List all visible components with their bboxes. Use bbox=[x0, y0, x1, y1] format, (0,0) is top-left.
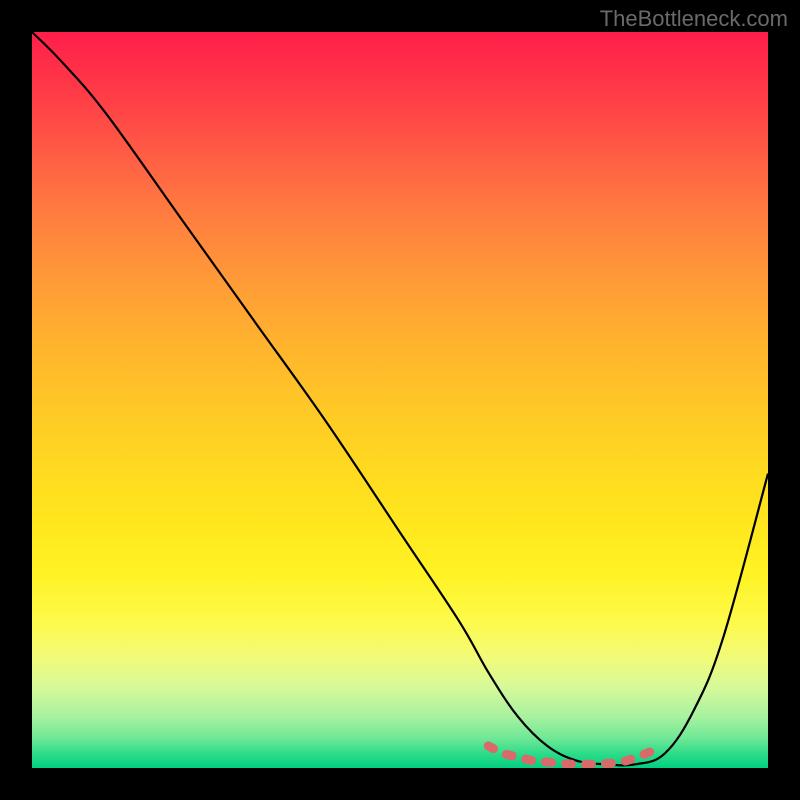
optimal-zone-marker-path bbox=[488, 746, 650, 764]
chart-svg bbox=[32, 32, 768, 768]
plot-area bbox=[32, 32, 768, 768]
watermark-text: TheBottleneck.com bbox=[600, 6, 788, 32]
bottleneck-curve-path bbox=[32, 32, 768, 765]
